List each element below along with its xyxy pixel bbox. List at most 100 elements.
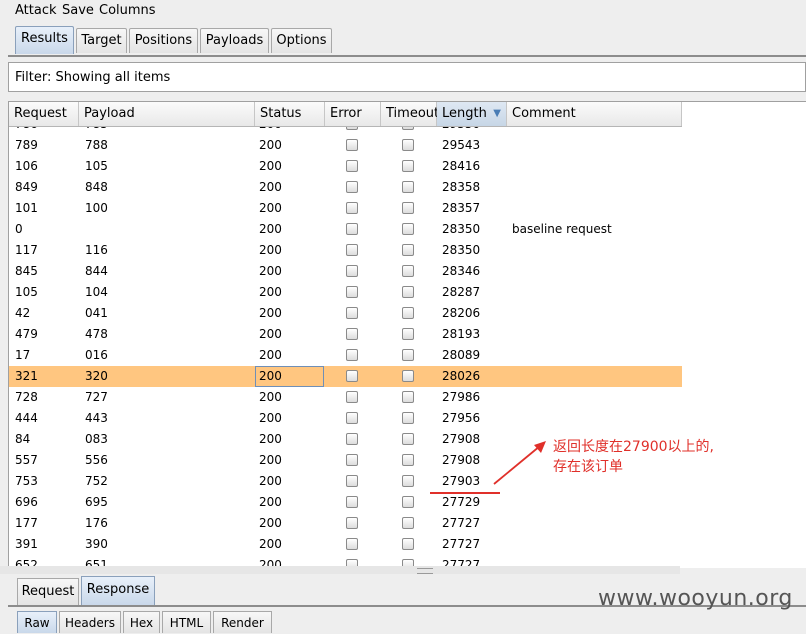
column-header-length[interactable]: Length ▼ [437,102,507,126]
column-header-request[interactable]: Request [9,102,79,126]
timeout-checkbox[interactable] [402,454,414,466]
table-row[interactable]: 849 848 200 28358 [9,177,682,198]
timeout-checkbox[interactable] [402,139,414,151]
timeout-checkbox[interactable] [402,202,414,214]
horizontal-scrollbar[interactable] [0,566,680,574]
error-checkbox[interactable] [346,538,358,550]
column-header-timeout[interactable]: Timeout [381,102,439,126]
table-row[interactable]: 106 105 200 28416 [9,156,682,177]
table-row[interactable]: 101 100 200 28357 [9,198,682,219]
table-row[interactable]: 105 104 200 28287 [9,282,682,303]
error-checkbox[interactable] [346,244,358,256]
error-checkbox[interactable] [346,370,358,382]
cell-payload: 556 [85,453,108,467]
cell-payload: 727 [85,390,108,404]
cell-length: 28358 [442,180,481,194]
timeout-checkbox[interactable] [402,538,414,550]
column-header-payload[interactable]: Payload [79,102,255,126]
tab-response[interactable]: Response [81,576,155,605]
timeout-checkbox[interactable] [402,433,414,445]
error-checkbox[interactable] [346,517,358,529]
cell-request: 0 [15,222,23,236]
cell-status: 200 [259,264,282,278]
watermark: www.wooyun.org [598,586,793,611]
timeout-checkbox[interactable] [402,223,414,235]
error-checkbox[interactable] [346,181,358,193]
table-row[interactable]: 479 478 200 28193 [9,324,682,345]
timeout-checkbox[interactable] [402,370,414,382]
filter-bar[interactable]: Filter: Showing all items [8,62,806,92]
tab-target[interactable]: Target [76,28,127,53]
timeout-checkbox[interactable] [402,265,414,277]
error-checkbox[interactable] [346,223,358,235]
cell-request: 105 [15,285,38,299]
error-checkbox[interactable] [346,433,358,445]
error-checkbox[interactable] [346,349,358,361]
tab-results[interactable]: Results [15,26,74,54]
cell-status: 200 [259,495,282,509]
timeout-checkbox[interactable] [402,412,414,424]
scrollbar-grip-icon[interactable] [417,568,433,574]
annotation-underline [430,492,500,494]
cell-status: 200 [259,127,282,135]
tab-request[interactable]: Request [17,578,79,605]
cell-request: 84 [15,432,31,446]
table-row[interactable]: 789 788 200 29543 [9,135,682,156]
timeout-checkbox[interactable] [402,244,414,256]
cell-status: 200 [259,474,282,488]
cell-payload: 390 [85,537,108,551]
timeout-checkbox[interactable] [402,127,414,130]
table-row[interactable]: 177 176 200 27727 [9,513,682,534]
timeout-checkbox[interactable] [402,349,414,361]
error-checkbox[interactable] [346,202,358,214]
column-header-status[interactable]: Status [255,102,325,126]
error-checkbox[interactable] [346,496,358,508]
timeout-checkbox[interactable] [402,475,414,487]
error-checkbox[interactable] [346,307,358,319]
table-row[interactable]: 17 016 200 28089 [9,345,682,366]
table-row[interactable]: 0 200 28350 baseline request [9,219,682,240]
cell-status: 200 [259,390,282,404]
timeout-checkbox[interactable] [402,181,414,193]
cell-payload: 695 [85,495,108,509]
error-checkbox[interactable] [346,454,358,466]
table-row[interactable]: 444 443 200 27956 [9,408,682,429]
timeout-checkbox[interactable] [402,391,414,403]
table-row[interactable]: 696 695 200 27729 [9,492,682,513]
error-checkbox[interactable] [346,139,358,151]
annotation-text: 返回长度在27900以上的, 存在该订单 [553,437,714,477]
error-checkbox[interactable] [346,265,358,277]
menu-columns[interactable]: Columns [99,3,156,18]
error-checkbox[interactable] [346,127,358,130]
column-header-error[interactable]: Error [325,102,381,126]
table-row[interactable]: 321 320 200 28026 [9,366,682,387]
tab-payloads[interactable]: Payloads [200,28,269,53]
error-checkbox[interactable] [346,475,358,487]
timeout-checkbox[interactable] [402,286,414,298]
table-row[interactable]: 117 116 200 28350 [9,240,682,261]
table-row[interactable]: 728 727 200 27986 [9,387,682,408]
table-row[interactable]: 845 844 200 28346 [9,261,682,282]
error-checkbox[interactable] [346,412,358,424]
error-checkbox[interactable] [346,160,358,172]
menu-attack[interactable]: Attack [15,3,57,18]
table-row[interactable]: 42 041 200 28206 [9,303,682,324]
timeout-checkbox[interactable] [402,328,414,340]
table-row[interactable]: 786 785 200 29550 [9,127,682,135]
cell-payload: 104 [85,285,108,299]
timeout-checkbox[interactable] [402,307,414,319]
cell-payload: 041 [85,306,108,320]
table-row[interactable]: 391 390 200 27727 [9,534,682,555]
sort-descending-icon: ▼ [493,108,501,119]
timeout-checkbox[interactable] [402,517,414,529]
timeout-checkbox[interactable] [402,496,414,508]
tab-options[interactable]: Options [271,28,332,53]
tab-positions[interactable]: Positions [129,28,198,53]
menu-save[interactable]: Save [62,3,94,18]
timeout-checkbox[interactable] [402,160,414,172]
error-checkbox[interactable] [346,328,358,340]
cell-length: 28026 [442,369,481,383]
column-header-comment[interactable]: Comment [507,102,682,126]
error-checkbox[interactable] [346,391,358,403]
error-checkbox[interactable] [346,286,358,298]
